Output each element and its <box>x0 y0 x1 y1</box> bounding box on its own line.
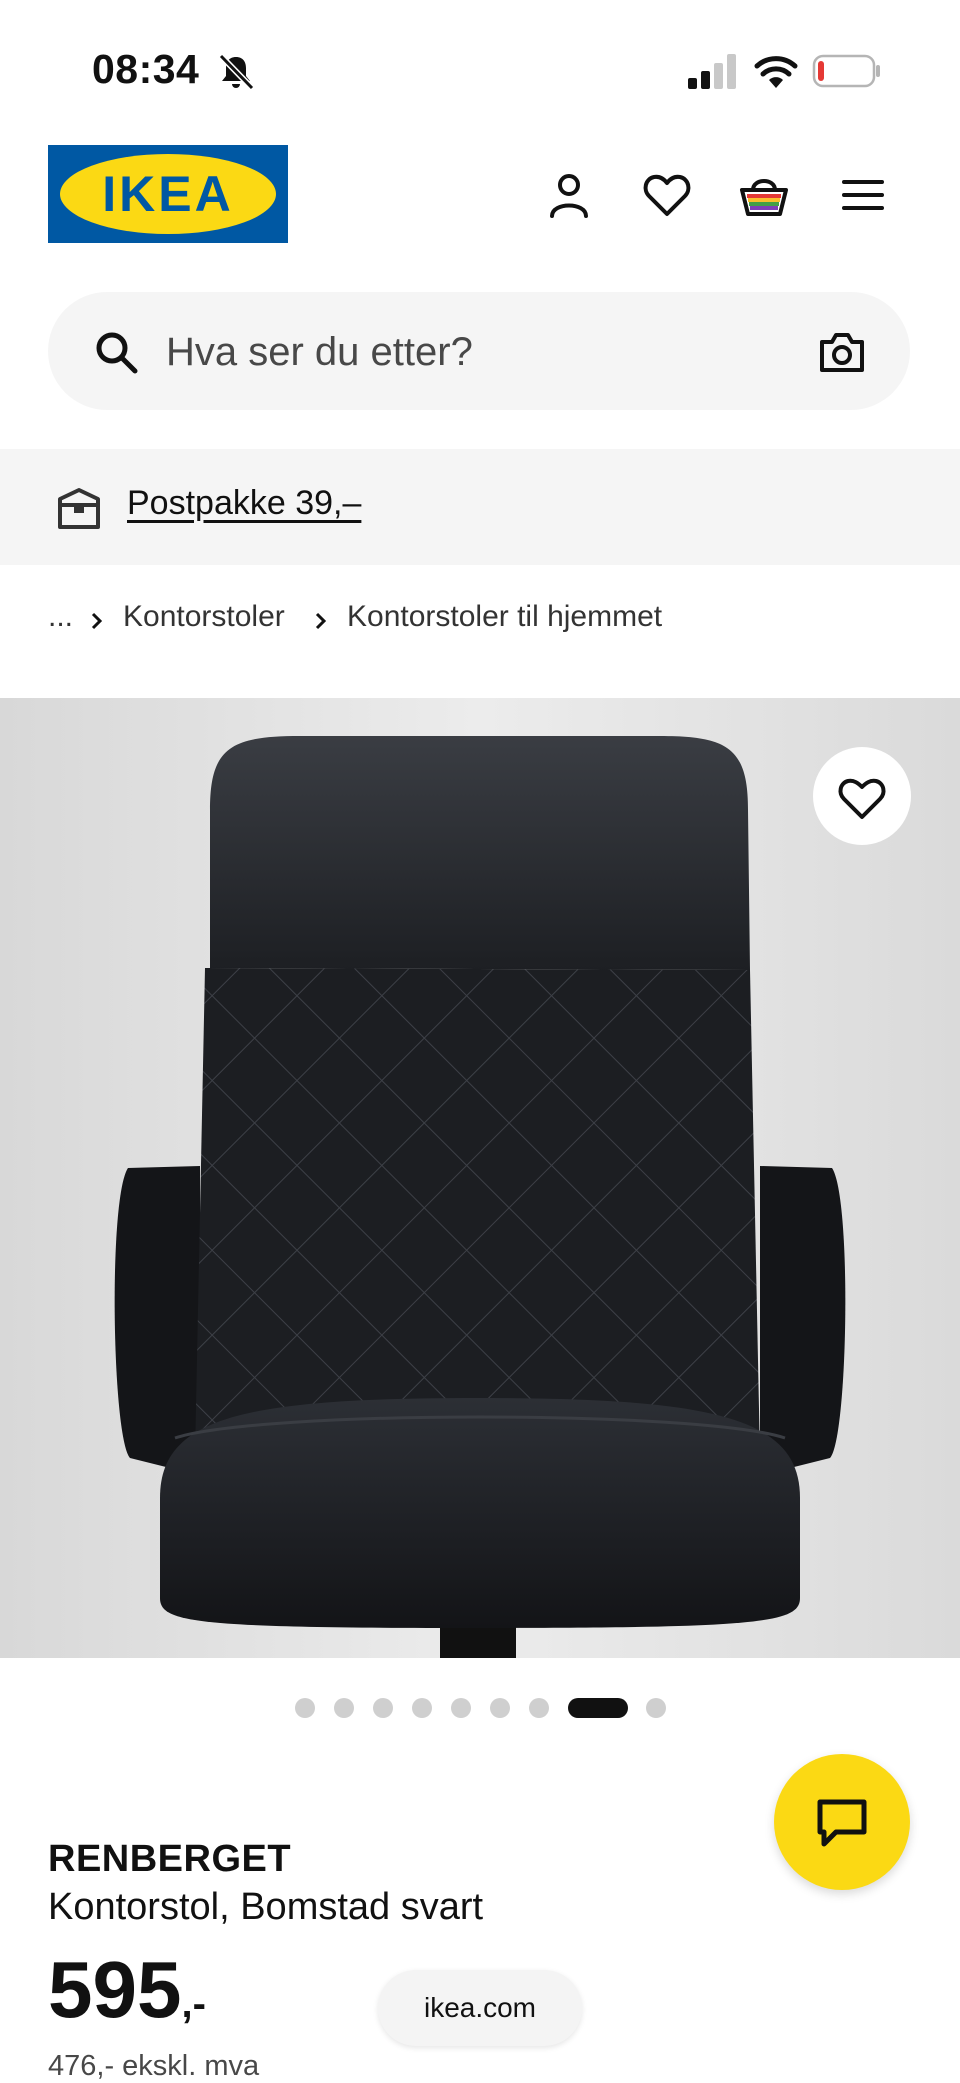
carousel-dot[interactable] <box>412 1698 432 1718</box>
price-amount: 595 <box>48 1945 182 2034</box>
product-name: RENBERGET <box>48 1838 292 1880</box>
chevron-right-icon <box>91 612 103 630</box>
chat-bubble-icon <box>817 1799 867 1847</box>
breadcrumb-item[interactable]: Kontorstoler til hjemmet <box>347 600 662 634</box>
logo-text: IKEA <box>102 166 233 222</box>
carousel-dot[interactable] <box>529 1698 549 1718</box>
bell-muted-icon <box>218 53 255 91</box>
ikea-logo-mark: IKEA <box>60 154 276 234</box>
search-input[interactable] <box>166 323 766 381</box>
chevron-right-icon <box>315 612 327 630</box>
carousel-dot[interactable] <box>490 1698 510 1718</box>
carousel-dot[interactable] <box>373 1698 393 1718</box>
product-price: 595,- <box>48 1950 206 2030</box>
battery-low-icon <box>812 54 880 88</box>
promo-link[interactable]: Postpakke 39,– <box>127 484 361 523</box>
carousel-dot[interactable] <box>646 1698 666 1718</box>
camera-search-icon[interactable] <box>818 330 866 374</box>
add-to-favourites-button[interactable] <box>813 747 911 845</box>
breadcrumb-item[interactable]: Kontorstoler <box>123 600 285 634</box>
account-icon[interactable] <box>544 170 594 220</box>
carousel-dot-active[interactable] <box>568 1698 628 1718</box>
wifi-icon <box>754 56 798 88</box>
breadcrumb-ellipsis[interactable]: ... <box>48 600 73 634</box>
carousel-dot[interactable] <box>334 1698 354 1718</box>
heart-icon <box>838 778 886 819</box>
search-icon <box>96 332 138 374</box>
parcel-box-icon <box>58 488 100 529</box>
browser-url-pill[interactable]: ikea.com <box>378 1970 582 2046</box>
price-ex-vat: 476,- ekskl. mva <box>48 2050 260 2082</box>
price-suffix: ,- <box>181 1982 206 2026</box>
ikea-logo[interactable]: IKEA <box>48 145 288 243</box>
shopping-basket-icon[interactable] <box>739 170 789 220</box>
status-time: 08:34 <box>92 46 200 92</box>
menu-hamburger-icon[interactable] <box>838 170 888 220</box>
carousel-dot[interactable] <box>451 1698 471 1718</box>
cellular-signal-icon <box>688 54 736 89</box>
carousel-dot[interactable] <box>295 1698 315 1718</box>
chat-button[interactable] <box>774 1754 910 1890</box>
favourites-heart-icon[interactable] <box>642 170 692 220</box>
product-description: Kontorstol, Bomstad svart <box>48 1886 484 1928</box>
